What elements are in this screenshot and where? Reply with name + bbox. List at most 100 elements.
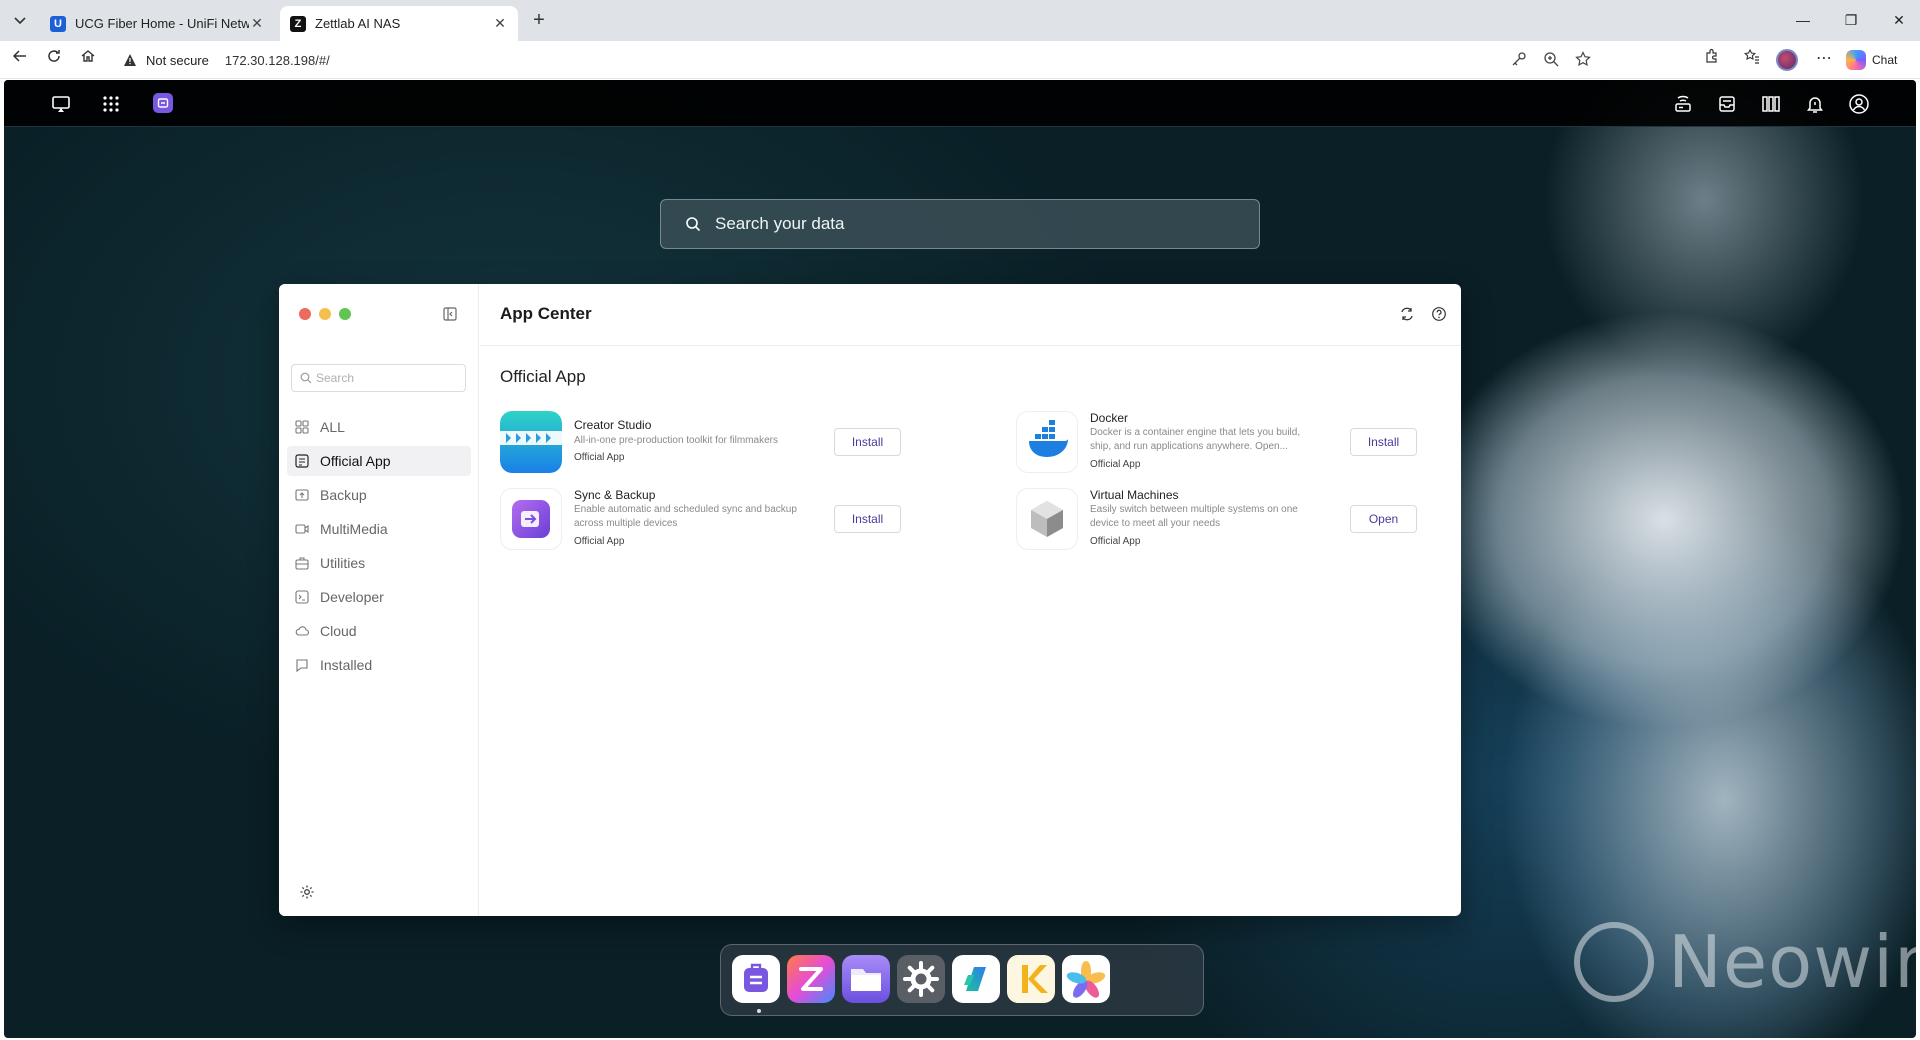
back-button[interactable]: [8, 48, 32, 72]
zoom-icon[interactable]: [1542, 51, 1560, 69]
app-description: All-in-one pre-production toolkit for fi…: [574, 435, 778, 446]
search-placeholder: Search your data: [715, 214, 845, 233]
sidebar-search-input[interactable]: [316, 371, 456, 385]
reload-icon: [48, 50, 60, 62]
browser-tabstrip: U UCG Fiber Home - UniFi Network ✕ Z Zet…: [0, 0, 1920, 41]
window-minimize-button[interactable]: [319, 308, 331, 320]
photos-icon[interactable]: [1062, 955, 1110, 1003]
tasks-icon[interactable]: [952, 955, 1000, 1003]
app-tag: Official App: [1090, 459, 1141, 470]
address-bar-actions: [1510, 45, 1592, 75]
neowin-logo-icon: [1574, 922, 1654, 1002]
warning-icon[interactable]: [122, 52, 138, 68]
category-developer[interactable]: Developer: [287, 582, 471, 612]
help-icon[interactable]: [1431, 306, 1447, 322]
window-maximize-button[interactable]: [339, 308, 351, 320]
category-label: Installed: [320, 657, 373, 673]
settings-icon[interactable]: [897, 955, 945, 1003]
minimize-window-button[interactable]: —: [1788, 8, 1818, 32]
tab-title: Zettlab AI NAS: [315, 16, 401, 31]
app-launcher-icon[interactable]: [98, 91, 124, 117]
more-options-button[interactable]: ⋯: [1812, 48, 1836, 68]
install-button[interactable]: Install: [1350, 428, 1417, 456]
creator-studio-icon: [500, 411, 562, 473]
new-tab-button[interactable]: +: [526, 8, 552, 34]
k-app-icon[interactable]: [1007, 955, 1055, 1003]
chat-label: Chat: [1872, 53, 1898, 67]
category-installed[interactable]: Installed: [287, 650, 471, 680]
category-utilities[interactable]: Utilities: [287, 548, 471, 578]
category-cloud[interactable]: Cloud: [287, 616, 471, 646]
cast-icon[interactable]: [48, 91, 74, 117]
app-description: Easily switch between multiple systems o…: [1090, 504, 1298, 529]
category-list: ALL Official App Backup MultiMedia Utili…: [287, 412, 471, 684]
search-icon: [686, 217, 701, 232]
category-all[interactable]: ALL: [287, 412, 471, 442]
refresh-icon[interactable]: [1399, 306, 1415, 322]
category-label: Utilities: [320, 555, 366, 571]
main-header: App Center: [480, 284, 1461, 346]
close-icon[interactable]: ✕: [249, 15, 265, 32]
home-button[interactable]: [76, 48, 100, 72]
app-card-virtual-machines: Virtual Machines Easily switch between m…: [1016, 486, 1461, 552]
tab-title: UCG Fiber Home - UniFi Network: [75, 16, 249, 31]
app-center-icon[interactable]: [732, 955, 780, 1003]
files-icon[interactable]: [842, 955, 890, 1003]
app-name: Sync & Backup: [574, 488, 656, 502]
window-close-button[interactable]: [299, 308, 311, 320]
category-label: Official App: [320, 453, 391, 469]
sidebar-search-field[interactable]: [291, 364, 466, 392]
back-arrow-icon: [12, 50, 26, 62]
notification-bell-icon[interactable]: [1802, 91, 1828, 117]
app-tag: Official App: [1090, 536, 1141, 547]
zettlab-icon[interactable]: [787, 955, 835, 1003]
app-center-running-icon[interactable]: [153, 93, 173, 113]
virtual-machines-icon: [1016, 488, 1078, 550]
tab-list-dropdown-button[interactable]: [8, 9, 32, 33]
reload-button[interactable]: [42, 48, 66, 72]
multimedia-icon: [295, 522, 309, 536]
dock: [720, 944, 1204, 1016]
puzzle-icon: [1706, 48, 1717, 63]
address-bar[interactable]: Not secure 172.30.128.198/#/: [112, 45, 1712, 75]
tab-zettlab[interactable]: Z Zettlab AI NAS ✕: [280, 6, 518, 41]
developer-icon: [295, 590, 309, 604]
category-official-app[interactable]: Official App: [287, 446, 471, 476]
category-label: Backup: [320, 487, 367, 503]
active-app-indicator: [757, 1009, 761, 1013]
category-label: ALL: [320, 419, 345, 435]
category-multimedia[interactable]: MultiMedia: [287, 514, 471, 544]
tab-unifi[interactable]: U UCG Fiber Home - UniFi Network ✕: [40, 6, 275, 41]
library-icon[interactable]: [1758, 91, 1784, 117]
nas-desktop: Search your data Neowin ALL: [4, 80, 1916, 1038]
key-icon[interactable]: [1510, 51, 1528, 69]
security-status-label[interactable]: Not secure: [146, 53, 209, 68]
close-icon[interactable]: ✕: [492, 15, 508, 32]
docker-icon: [1016, 411, 1078, 473]
section-title: Official App: [500, 367, 586, 386]
profile-avatar[interactable]: [1776, 49, 1798, 71]
app-description: Enable automatic and scheduled sync and …: [574, 504, 797, 529]
app-tag: Official App: [574, 536, 625, 547]
install-button[interactable]: Install: [834, 505, 901, 533]
category-backup[interactable]: Backup: [287, 480, 471, 510]
global-search-bar[interactable]: Search your data: [660, 199, 1260, 249]
storage-icon[interactable]: [1670, 91, 1696, 117]
restore-window-button[interactable]: ❐: [1836, 8, 1866, 32]
favorites-icon: [1744, 48, 1759, 64]
category-label: Cloud: [320, 623, 357, 639]
user-account-icon[interactable]: [1846, 91, 1872, 117]
install-button[interactable]: Install: [834, 428, 901, 456]
settings-gear-icon[interactable]: [299, 884, 315, 900]
url-text[interactable]: 172.30.128.198/#/: [225, 53, 330, 68]
open-button[interactable]: Open: [1350, 505, 1417, 533]
category-label: MultiMedia: [320, 521, 388, 537]
favorites-button[interactable]: [1740, 48, 1764, 72]
extensions-button[interactable]: [1700, 48, 1724, 72]
inbox-icon[interactable]: [1714, 91, 1740, 117]
unifi-icon: U: [50, 15, 66, 32]
star-icon[interactable]: [1574, 51, 1592, 69]
close-window-button[interactable]: ✕: [1884, 8, 1914, 32]
copilot-chat-button[interactable]: Chat: [1846, 48, 1897, 72]
sidebar-collapse-icon[interactable]: [442, 306, 458, 322]
